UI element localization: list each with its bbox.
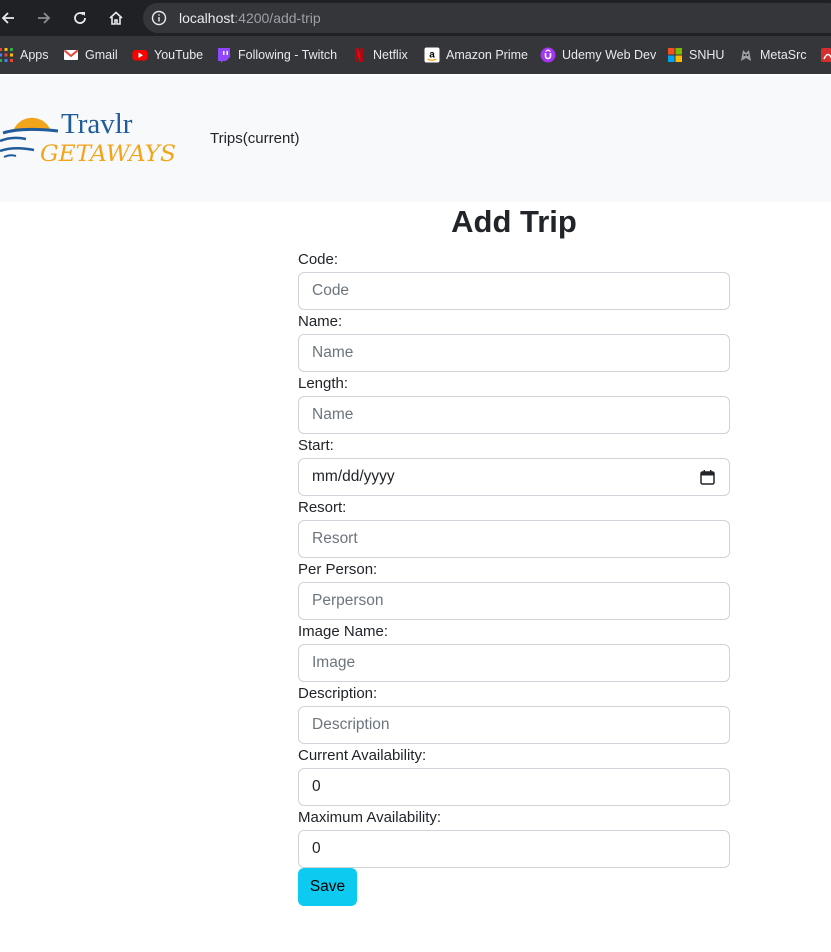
current-availability-label: Current Availability:: [298, 747, 427, 764]
bookmark-label: Gmail: [85, 48, 118, 62]
bookmark-twitch[interactable]: Following - Twitch: [216, 36, 337, 74]
maximum-availability-input[interactable]: 0: [298, 830, 730, 868]
logo-text-top: Travlr: [61, 108, 133, 140]
bookmark-youtube[interactable]: YouTube: [132, 36, 203, 74]
bookmark-udemy[interactable]: Udemy Web Dev: [540, 36, 656, 74]
code-label: Code:: [298, 251, 339, 268]
bookmark-label: Amazon Prime: [446, 48, 528, 62]
address-bar[interactable]: localhost:4200/add-trip: [143, 3, 831, 33]
bookmark-apps[interactable]: Apps: [0, 36, 49, 74]
length-input[interactable]: Name: [298, 396, 730, 434]
svg-text:a: a: [429, 50, 435, 61]
nav-link-trips[interactable]: Trips(current): [210, 130, 299, 147]
netflix-icon: [351, 47, 367, 63]
current-availability-value: 0: [312, 778, 321, 795]
site-info-icon[interactable]: [151, 10, 167, 31]
per-person-placeholder: Perperson: [312, 592, 384, 609]
microsoft-icon: [667, 47, 683, 63]
travlr-logo[interactable]: Travlr GETAWAYS: [0, 105, 180, 169]
code-input[interactable]: Code: [298, 272, 730, 310]
start-label: Start:: [298, 437, 334, 454]
bookmark-pdf-partial[interactable]: [820, 36, 831, 74]
start-date-input[interactable]: mm/dd/yyyy: [298, 458, 730, 496]
back-arrow-icon[interactable]: [0, 6, 20, 30]
per-person-label: Per Person:: [298, 561, 378, 578]
reload-icon[interactable]: [68, 6, 92, 30]
bookmark-label: Udemy Web Dev: [562, 48, 657, 62]
current-availability-input[interactable]: 0: [298, 768, 730, 806]
image-name-input[interactable]: Image: [298, 644, 730, 682]
name-input[interactable]: Name: [298, 334, 730, 372]
description-input[interactable]: Description: [298, 706, 730, 744]
url-text: localhost:4200/add-trip: [179, 10, 321, 26]
start-date-placeholder: mm/dd/yyyy: [312, 468, 395, 485]
description-label: Description:: [298, 685, 378, 702]
forward-arrow-icon[interactable]: [32, 6, 56, 30]
bookmark-label: YouTube: [154, 48, 204, 62]
bookmark-gmail[interactable]: Gmail: [63, 36, 118, 74]
page-title: Add Trip: [451, 204, 577, 239]
code-placeholder: Code: [312, 282, 350, 299]
resort-input[interactable]: Resort: [298, 520, 730, 558]
image-name-label: Image Name:: [298, 623, 389, 640]
bookmark-netflix[interactable]: Netflix: [351, 36, 408, 74]
url-path: :4200/add-trip: [234, 10, 321, 26]
length-placeholder: Name: [312, 406, 354, 423]
bookmark-snhu[interactable]: SNHU: [667, 36, 724, 74]
bookmark-label: SNHU: [689, 48, 725, 62]
bookmark-label: MetaSrc: [760, 48, 807, 62]
length-label: Length:: [298, 375, 349, 392]
bookmark-label: Apps: [20, 48, 49, 62]
url-host: localhost: [179, 10, 235, 26]
save-button[interactable]: Save: [298, 868, 357, 906]
image-name-placeholder: Image: [312, 654, 356, 671]
logo-text-bottom: GETAWAYS: [40, 142, 176, 167]
resort-placeholder: Resort: [312, 530, 358, 547]
home-icon[interactable]: [104, 6, 128, 30]
name-placeholder: Name: [312, 344, 354, 361]
youtube-icon: [132, 47, 148, 63]
per-person-input[interactable]: Perperson: [298, 582, 730, 620]
bookmark-metasrc[interactable]: MetaSrc: [738, 36, 807, 74]
amazon-icon: a: [424, 47, 440, 63]
name-label: Name:: [298, 313, 343, 330]
bookmarks-bar: Apps Gmail YouTube Following - Twitch Ne…: [0, 36, 831, 74]
twitch-icon: [216, 47, 232, 63]
apps-grid-icon: [0, 47, 14, 63]
bookmark-label: Following - Twitch: [238, 48, 338, 62]
resort-label: Resort:: [298, 499, 347, 516]
bookmark-amazon-prime[interactable]: a Amazon Prime: [424, 36, 528, 74]
browser-toolbar: localhost:4200/add-trip: [0, 0, 831, 36]
maximum-availability-label: Maximum Availability:: [298, 809, 442, 826]
gmail-icon: [63, 47, 79, 63]
bookmark-label: Netflix: [373, 48, 408, 62]
metasrc-icon: [738, 47, 754, 63]
calendar-icon[interactable]: [700, 470, 715, 490]
udemy-icon: [540, 47, 556, 63]
description-placeholder: Description: [312, 716, 390, 733]
pdf-icon: [820, 47, 831, 63]
maximum-availability-value: 0: [312, 840, 321, 857]
